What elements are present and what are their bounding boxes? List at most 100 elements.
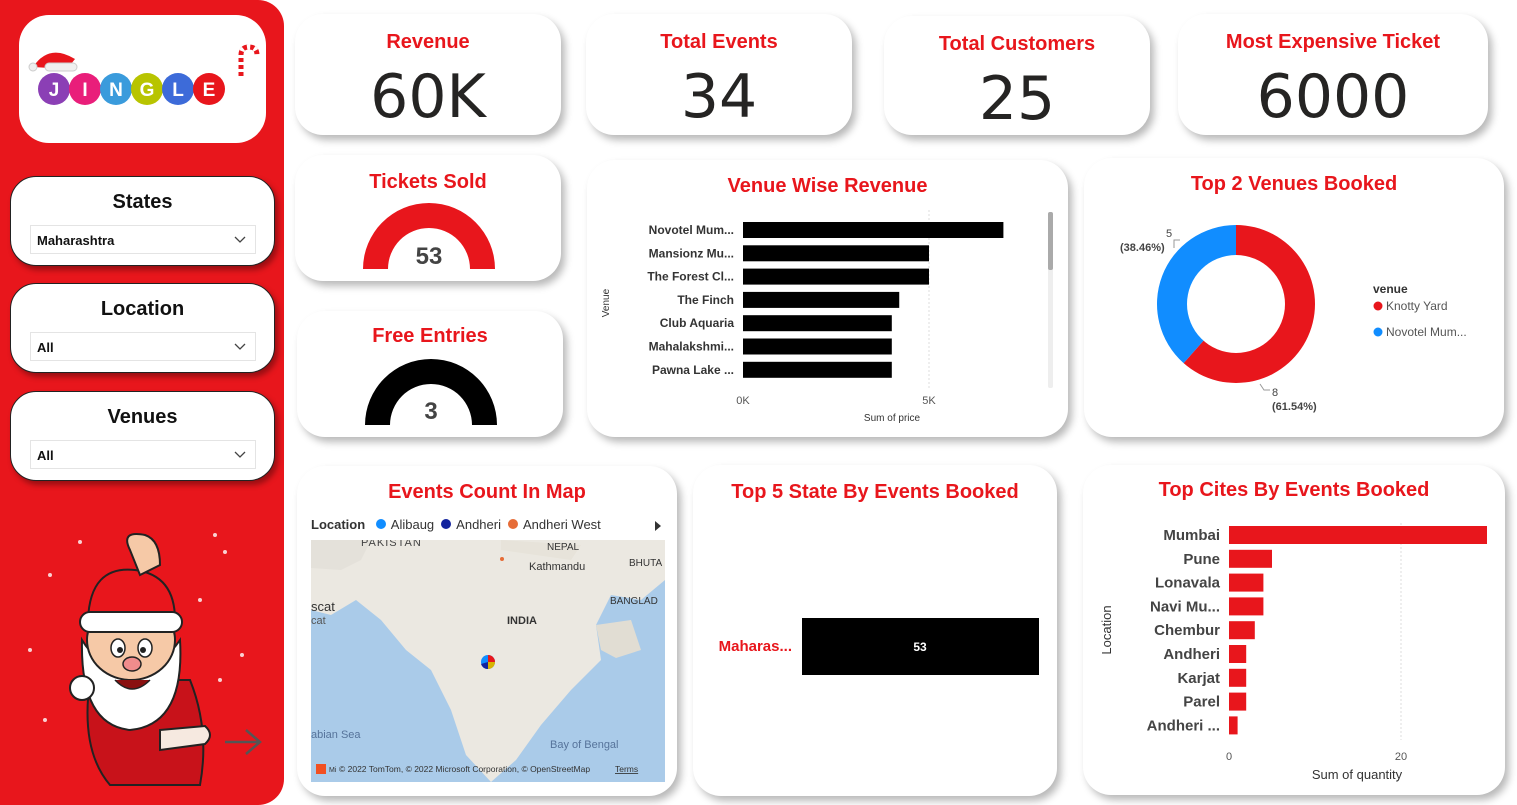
city-bar[interactable] — [1229, 573, 1264, 592]
logo-letter: I — [82, 80, 87, 101]
map-label-bhutan: BHUTA — [629, 558, 662, 569]
venue-bar-label: Mansionz Mu... — [649, 246, 734, 260]
legend-dot — [375, 519, 386, 529]
city-bar[interactable] — [1229, 668, 1247, 687]
map-legend-item[interactable]: Andheri — [441, 517, 501, 532]
venue-bar[interactable] — [743, 361, 892, 378]
donut-legend-item[interactable]: Knotty Yard — [1386, 299, 1448, 313]
total-customers-card: Total Customers 25 — [884, 16, 1150, 135]
venues-dropdown-value: All — [37, 448, 54, 463]
total-events-value: 34 — [680, 62, 758, 132]
cities-axis-label: Location — [1099, 605, 1114, 654]
city-bar[interactable] — [1229, 526, 1487, 544]
free-entries-title: Free Entries — [372, 325, 488, 347]
map-label-muscat-2: cat — [311, 615, 326, 627]
donut-label-pct-1: (38.46%) — [1120, 242, 1165, 254]
venue-tick-0: 0K — [736, 395, 750, 407]
logo-letter: N — [109, 80, 123, 101]
donut-label-pct-2: (61.54%) — [1272, 401, 1317, 413]
location-dropdown-value: All — [37, 340, 54, 355]
donut-legend-item[interactable]: Novotel Mum... — [1386, 325, 1467, 339]
map-label-kathmandu: Kathmandu — [529, 561, 585, 573]
map-legend-label: Andheri — [456, 517, 501, 532]
venue-bar[interactable] — [743, 245, 929, 262]
logo-card: J I NGLE — [19, 15, 266, 143]
city-bar[interactable] — [1229, 597, 1264, 616]
top-states-card: Top 5 State By Events Booked Maharas... 5… — [693, 465, 1057, 796]
revenue-card: Revenue 60K — [295, 14, 561, 135]
sidebar: J I NGLE States Maharashtra Location All V… — [0, 0, 284, 805]
top-cities-chart: Location Sum of quantity 0 20 Mumbai Pune… — [1099, 523, 1487, 782]
map-attribution: © 2022 TomTom, © 2022 Microsoft Corporat… — [339, 764, 590, 774]
venue-revenue-chart: Venue Sum of price 0K 5K Novotel Mum... M… — [601, 210, 1053, 424]
map-label-bay-of-bengal: Bay of Bengal — [550, 739, 619, 751]
map-card: Events Count In Map Location Alibaug Andh… — [297, 466, 677, 796]
city-bar-label: Lonavala — [1155, 575, 1221, 592]
venue-bar[interactable] — [743, 338, 892, 355]
legend-scroll-right-icon[interactable] — [653, 520, 663, 532]
donut-label-count-1: 5 — [1166, 228, 1172, 240]
most-expensive-value: 6000 — [1256, 62, 1410, 132]
venue-bar[interactable] — [743, 291, 900, 308]
logo-letter: E — [203, 80, 216, 101]
top-cities-card: Top Cites By Events Booked Location Sum … — [1083, 465, 1505, 795]
map-area[interactable]: PAKISTAN NEPAL Kathmandu BHUTA BANGLAD s… — [311, 540, 665, 782]
map-title: Events Count In Map — [388, 481, 586, 503]
city-bar-label: Chembur — [1154, 622, 1220, 639]
city-bar[interactable] — [1229, 621, 1255, 640]
venue-revenue-card: Venue Wise Revenue Venue Sum of price 0K… — [587, 160, 1068, 437]
city-bar[interactable] — [1229, 716, 1238, 735]
map-label-muscat: scat — [311, 599, 335, 614]
map-label-pakistan: PAKISTAN — [361, 540, 422, 549]
top-venues-card: Top 2 Venues Booked 5 (38.46%) 8 (61.54%… — [1084, 158, 1504, 437]
free-entries-card: Free Entries 3 — [297, 311, 563, 437]
map-ms-label: Mi — [329, 767, 337, 774]
states-filter-title: States — [112, 191, 173, 213]
city-bar-label: Mumbai — [1163, 527, 1220, 544]
city-bar[interactable] — [1229, 692, 1247, 711]
venue-x-axis-label: Sum of price — [864, 413, 921, 424]
venue-bar-label: Mahalakshmi... — [649, 340, 734, 354]
chevron-down-icon — [234, 343, 246, 350]
city-bar[interactable] — [1229, 645, 1247, 663]
arrow-right-icon[interactable] — [225, 729, 262, 755]
map-point[interactable] — [500, 557, 504, 561]
city-bar-label: Andheri — [1163, 646, 1220, 663]
legend-dot — [1373, 327, 1383, 337]
free-entries-gauge: 3 — [365, 359, 497, 425]
map-legend: Location Alibaug Andheri Andheri West — [311, 517, 601, 532]
chevron-down-icon — [234, 236, 246, 243]
location-filter: Location All — [10, 283, 275, 373]
revenue-value: 60K — [370, 62, 486, 132]
states-filter: States Maharashtra — [10, 176, 275, 266]
venue-bar[interactable] — [743, 315, 892, 332]
city-bar-label: Navi Mu... — [1150, 598, 1220, 615]
venue-bar[interactable] — [743, 268, 929, 285]
city-bar-label: Pune — [1183, 551, 1220, 568]
map-legend-item[interactable]: Alibaug — [375, 517, 434, 532]
santa-illustration — [28, 533, 262, 786]
venues-dropdown[interactable]: All — [30, 440, 256, 469]
city-bar[interactable] — [1229, 549, 1272, 568]
map-pie-marker[interactable] — [481, 655, 495, 670]
states-dropdown[interactable]: Maharashtra — [30, 225, 256, 254]
map-legend-item[interactable]: Andheri West — [507, 517, 601, 532]
venue-scrollbar-thumb[interactable] — [1048, 212, 1053, 270]
legend-dot — [1373, 301, 1383, 311]
cities-tick-20: 20 — [1395, 751, 1407, 763]
location-dropdown[interactable]: All — [30, 332, 256, 361]
most-expensive-ticket-card: Most Expensive Ticket 6000 — [1178, 14, 1488, 135]
map-terms-link[interactable]: Terms — [615, 764, 638, 774]
cities-x-axis-label: Sum of quantity — [1312, 767, 1403, 782]
jingle-logo: J I NGLE — [28, 44, 260, 105]
map-label-arabian-sea: abian Sea — [311, 729, 361, 741]
states-dropdown-value: Maharashtra — [37, 233, 115, 248]
map-label-india: INDIA — [507, 615, 537, 627]
venue-bar[interactable] — [743, 222, 1004, 238]
top-venues-donut: 5 (38.46%) 8 (61.54%) venue Knotty Yard N… — [1120, 225, 1467, 413]
venue-bar-label: The Finch — [677, 293, 734, 307]
state-bar-value: 53 — [913, 640, 927, 654]
logo-letter: L — [172, 80, 184, 101]
tickets-sold-title: Tickets Sold — [369, 171, 487, 193]
location-filter-title: Location — [100, 298, 185, 320]
